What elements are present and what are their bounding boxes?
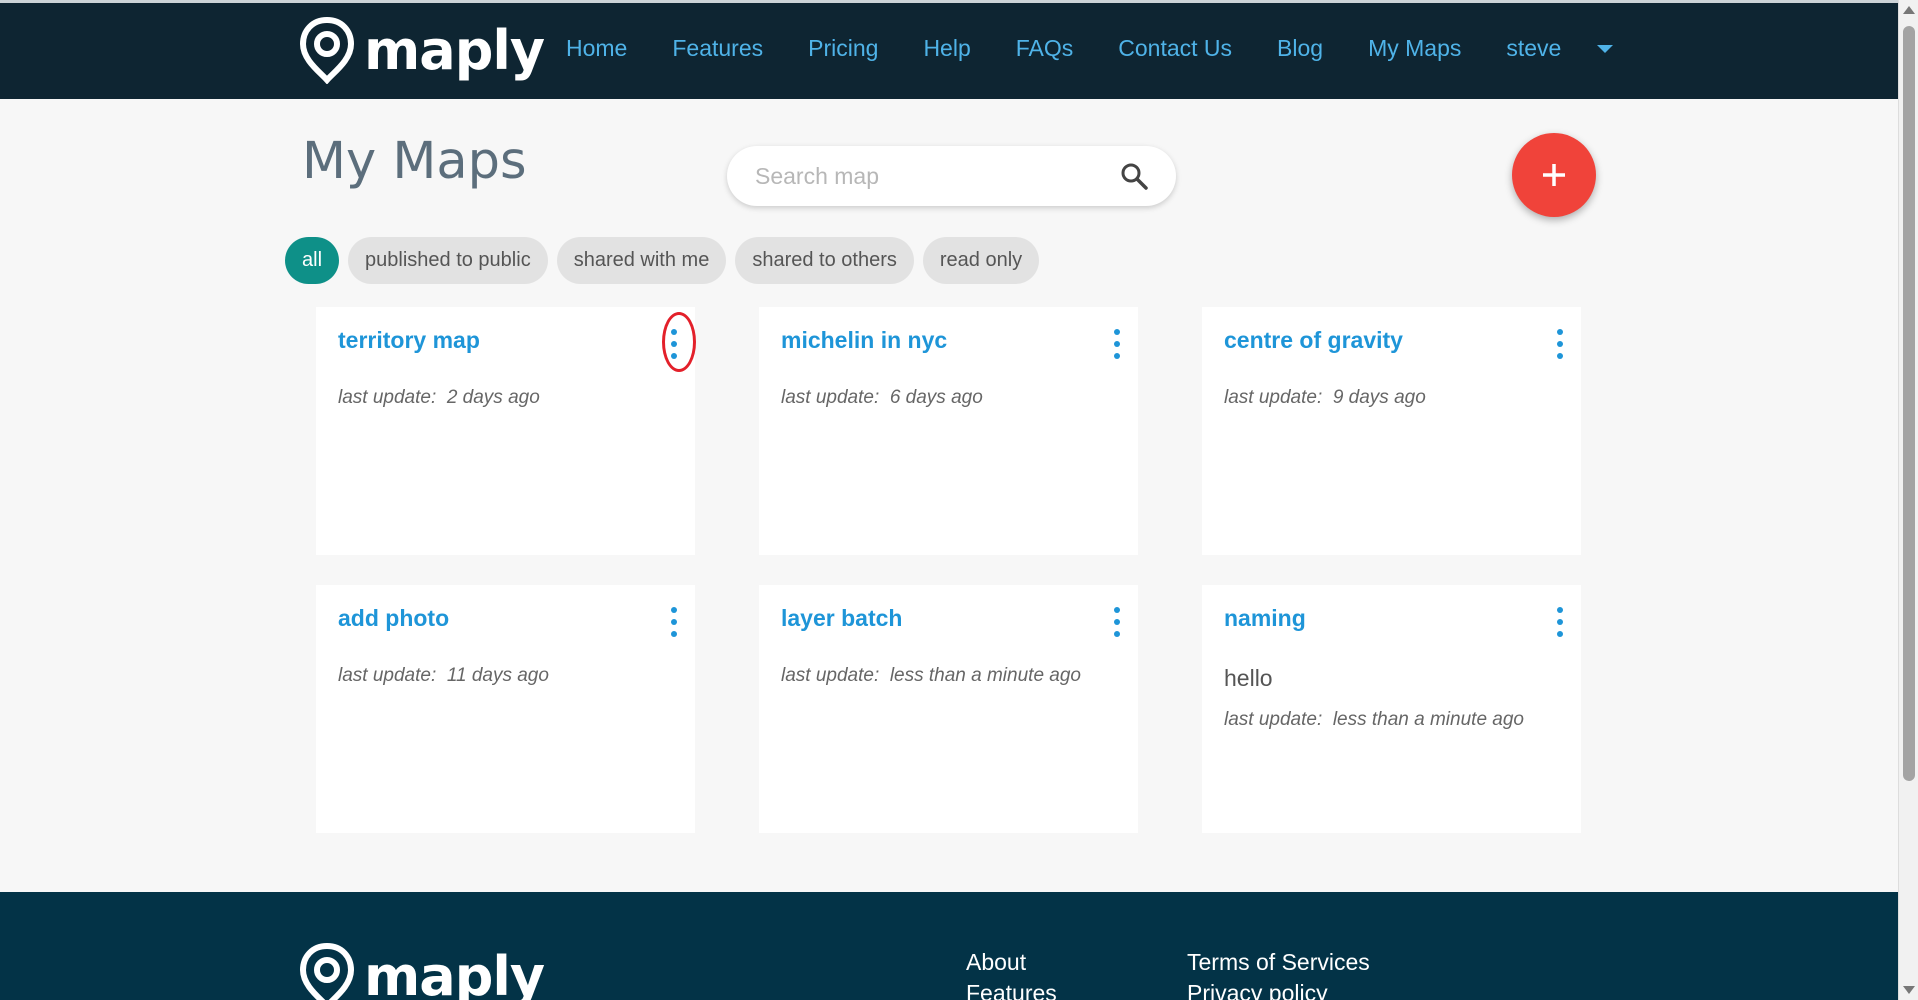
search-box[interactable] <box>727 146 1176 206</box>
filter-chips: all published to public shared with me s… <box>285 237 1048 284</box>
map-card[interactable]: layer batch last update: less than a min… <box>759 585 1138 833</box>
more-options-icon[interactable] <box>1553 607 1567 637</box>
footer-logo[interactable]: maply <box>298 942 545 1000</box>
filter-chip-published-to-public[interactable]: published to public <box>348 237 548 284</box>
logo-text: maply <box>364 18 545 82</box>
nav-home[interactable]: Home <box>566 35 627 62</box>
map-card[interactable]: territory map last update: 2 days ago <box>316 307 696 555</box>
nav-features[interactable]: Features <box>672 35 763 62</box>
page-scrollbar[interactable] <box>1898 0 1918 1000</box>
highlight-annotation <box>662 312 696 372</box>
footer-link-features[interactable]: Features <box>966 980 1057 1000</box>
filter-chip-shared-to-others[interactable]: shared to others <box>735 237 914 284</box>
scroll-thumb[interactable] <box>1903 26 1915 781</box>
footer-link-terms[interactable]: Terms of Services <box>1187 949 1370 976</box>
map-card-description: hello <box>1224 665 1273 691</box>
nav-blog[interactable]: Blog <box>1277 35 1323 62</box>
map-card[interactable]: centre of gravity last update: 9 days ag… <box>1202 307 1581 555</box>
map-card-title[interactable]: naming <box>1224 605 1306 632</box>
more-options-icon[interactable] <box>1553 329 1567 359</box>
filter-chip-shared-with-me[interactable]: shared with me <box>556 237 727 284</box>
map-card-title[interactable]: territory map <box>338 327 480 354</box>
map-card-last-update: last update: 11 days ago <box>338 665 549 686</box>
footer-link-about[interactable]: About <box>966 949 1026 976</box>
search-icon[interactable] <box>1120 162 1148 190</box>
footer-link-privacy[interactable]: Privacy policy <box>1187 980 1328 1000</box>
top-navbar: maply Home Features Pricing Help FAQs Co… <box>0 0 1898 99</box>
map-pin-logo-icon <box>299 16 355 84</box>
user-menu-name[interactable]: steve <box>1506 35 1561 62</box>
map-card[interactable]: add photo last update: 11 days ago <box>316 585 695 833</box>
nav-faqs[interactable]: FAQs <box>1016 35 1074 62</box>
add-map-button[interactable] <box>1512 133 1596 217</box>
nav-my-maps[interactable]: My Maps <box>1368 35 1461 62</box>
filter-chip-all[interactable]: all <box>285 237 340 284</box>
more-options-icon[interactable] <box>667 607 681 637</box>
map-card-last-update: last update: less than a minute ago <box>1224 709 1524 730</box>
footer-logo-text: maply <box>364 944 545 1000</box>
map-card-last-update: last update: less than a minute ago <box>781 665 1081 686</box>
map-card-last-update: last update: 2 days ago <box>338 387 540 408</box>
scroll-up-arrow-icon[interactable] <box>1903 6 1915 14</box>
search-input[interactable] <box>755 162 1120 190</box>
map-card-title[interactable]: michelin in nyc <box>781 327 947 354</box>
maply-logo[interactable]: maply <box>298 16 545 84</box>
map-card-title[interactable]: centre of gravity <box>1224 327 1403 354</box>
map-card-title[interactable]: add photo <box>338 605 449 632</box>
map-pin-logo-icon <box>299 942 355 1000</box>
map-card-title[interactable]: layer batch <box>781 605 902 632</box>
user-menu-caret-icon[interactable] <box>1597 44 1614 53</box>
scroll-down-arrow-icon[interactable] <box>1903 986 1915 994</box>
more-options-icon[interactable] <box>1110 607 1124 637</box>
main-nav: Home Features Pricing Help FAQs Contact … <box>566 35 1614 62</box>
map-card[interactable]: michelin in nyc last update: 6 days ago <box>759 307 1138 555</box>
nav-pricing[interactable]: Pricing <box>808 35 878 62</box>
filter-chip-read-only[interactable]: read only <box>922 237 1040 284</box>
map-card[interactable]: naming hello last update: less than a mi… <box>1202 585 1581 833</box>
page-title: My Maps <box>302 132 527 191</box>
plus-icon <box>1543 164 1565 186</box>
map-card-last-update: last update: 9 days ago <box>1224 387 1426 408</box>
footer: maply About Features Terms of Services P… <box>0 892 1898 1000</box>
nav-contact-us[interactable]: Contact Us <box>1118 35 1232 62</box>
nav-help[interactable]: Help <box>923 35 970 62</box>
map-card-last-update: last update: 6 days ago <box>781 387 983 408</box>
more-options-icon[interactable] <box>1110 329 1124 359</box>
